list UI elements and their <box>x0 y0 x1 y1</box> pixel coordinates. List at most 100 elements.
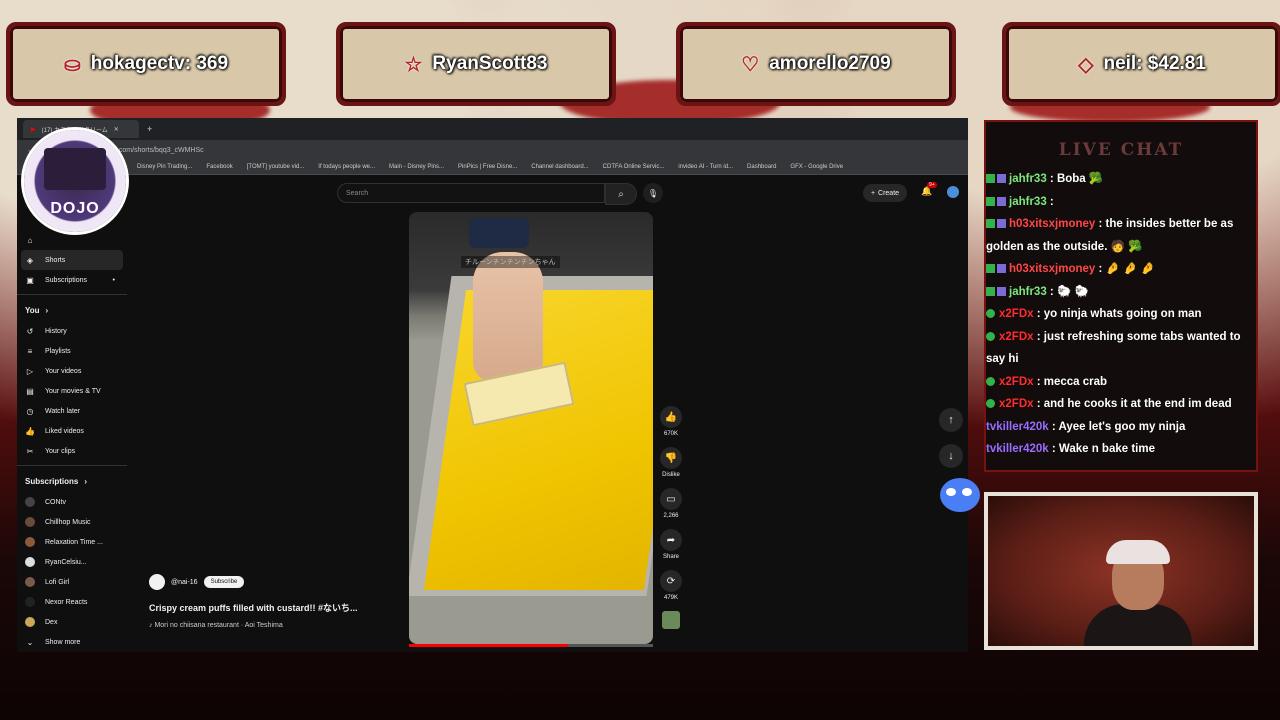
banner-latest-subscriber: ♡ amorello2709 <box>676 22 956 106</box>
logo-text: DOJO <box>50 200 100 217</box>
verified-badge-icon <box>986 376 995 386</box>
dislike-label: Dislike <box>662 472 680 478</box>
bookmark[interactable]: CDTFA Online Servic... <box>603 164 665 170</box>
progress-fill <box>409 644 568 647</box>
subscriber-badge-icon <box>986 219 995 229</box>
chat-username[interactable]: jahfr33 <box>1009 286 1047 298</box>
bookmark[interactable]: Channel dashboard... <box>531 164 588 170</box>
sidebar-item-home[interactable]: ⌂ <box>17 230 127 250</box>
subscribe-button[interactable]: Subscribe <box>203 576 245 588</box>
remix-button[interactable]: ⟳ 479K <box>657 570 685 601</box>
chat-username[interactable]: h03xitsxjmoney <box>1009 218 1095 230</box>
bookmark[interactable]: Facebook <box>206 164 232 170</box>
bookmark[interactable]: invideo AI - Turn id... <box>678 164 733 170</box>
sidebar-item-clips[interactable]: ✂ Your clips <box>17 441 127 461</box>
bookmark[interactable]: Disney Pin Trading... <box>137 164 192 170</box>
chat-username[interactable]: tvkiller420k <box>986 443 1049 455</box>
chat-title: LIVE CHAT <box>1058 140 1184 160</box>
sidebar: ⌂ ◈ Shorts ▣ Subscriptions • You › ↺ History … <box>17 230 127 652</box>
remix-icon: ⟳ <box>660 570 682 592</box>
chat-username[interactable]: x2FDx <box>999 331 1034 343</box>
bookmark[interactable]: [TOMT] youtube vid... <box>247 164 305 170</box>
history-icon: ↺ <box>26 326 34 336</box>
chevron-down-icon: ⌄ <box>26 637 34 647</box>
music-credit[interactable]: ♪ Mori no chiisana restaurant · Aoi Tesh… <box>149 622 283 629</box>
channel-avatar <box>25 537 35 547</box>
video-icon: ▷ <box>26 366 34 376</box>
bookmark[interactable]: Dashboard <box>747 164 776 170</box>
close-icon[interactable]: ✕ <box>114 126 119 133</box>
browser-window: ▶ (17) カスタードクリーム ✕ + ← youtube.com/short… <box>17 118 968 652</box>
sidebar-item-your-videos[interactable]: ▷ Your videos <box>17 361 127 381</box>
search-input[interactable]: Search <box>337 183 605 203</box>
sidebar-item-channel[interactable]: Relaxation Time ... <box>17 532 127 552</box>
shorts-icon: ◈ <box>26 255 34 265</box>
video-title[interactable]: Crispy cream puffs filled with custard!!… <box>149 601 358 614</box>
sidebar-item-channel[interactable]: CONtv <box>17 492 127 512</box>
sidebar-item-playlists[interactable]: ≡ Playlists <box>17 341 127 361</box>
sidebar-item-label: CONtv <box>45 498 66 506</box>
chat-username[interactable]: x2FDx <box>999 308 1034 320</box>
chat-username[interactable]: h03xitsxjmoney <box>1009 263 1095 275</box>
sidebar-item-channel[interactable]: Chillhop Music <box>17 512 127 532</box>
comments-button[interactable]: ▭ 2,266 <box>657 488 685 519</box>
bookmark[interactable]: Main - Disney Pins... <box>389 164 444 170</box>
sidebar-item-subscriptions[interactable]: ▣ Subscriptions • <box>17 270 127 290</box>
sidebar-item-channel[interactable]: Dex <box>17 612 127 632</box>
sidebar-item-history[interactable]: ↺ History <box>17 321 127 341</box>
address-bar[interactable]: ← youtube.com/shorts/bqq3_cWMHSc <box>17 140 968 160</box>
music-thumbnail[interactable] <box>662 611 680 629</box>
banner-latest-donation: ◇ neil: $42.81 <box>1002 22 1280 106</box>
bookmark[interactable]: PinPics | Free Disne... <box>458 164 517 170</box>
chat-username[interactable]: jahfr33 <box>1009 196 1047 208</box>
comment-count: 2,266 <box>663 513 679 519</box>
streamer-image <box>1084 524 1192 646</box>
bookmark[interactable]: If todays people we... <box>318 164 375 170</box>
sidebar-item-liked[interactable]: 👍 Liked videos <box>17 421 127 441</box>
like-button[interactable]: 👍 670K <box>657 406 685 437</box>
next-short-button[interactable]: ↓ <box>939 444 963 468</box>
chat-username[interactable]: tvkiller420k <box>986 421 1049 433</box>
sidebar-item-channel[interactable]: RyanCelsiu... <box>17 552 127 572</box>
thumbs-down-icon: 👎 <box>660 447 682 469</box>
sidebar-item-label: Shorts <box>45 256 66 264</box>
channel-name[interactable]: @nai-16 <box>171 579 198 586</box>
video-progress-bar[interactable] <box>409 644 653 647</box>
sidebar-item-watch-later[interactable]: ◷ Watch later <box>17 401 127 421</box>
shorts-video-player[interactable]: チルーンチンチンチンちゃん <box>409 212 653 644</box>
member-badge-icon <box>997 196 1006 206</box>
chat-username[interactable]: jahfr33 <box>1009 173 1047 185</box>
subscriptions-section-header[interactable]: Subscriptions › <box>17 470 127 492</box>
home-icon: ⌂ <box>27 235 33 245</box>
playlists-icon: ≡ <box>27 346 33 356</box>
webcam-feed <box>984 492 1258 650</box>
sidebar-item-shorts[interactable]: ◈ Shorts <box>21 250 123 270</box>
sidebar-item-channel[interactable]: Lofi Girl <box>17 572 127 592</box>
arrow-down-icon: ↓ <box>948 450 954 462</box>
new-tab-icon[interactable]: + <box>147 124 152 134</box>
chat-text: : yo ninja whats going on man <box>1033 308 1202 320</box>
section-title: Subscriptions <box>25 476 79 486</box>
previous-short-button[interactable]: ↑ <box>939 408 963 432</box>
chat-message: x2FDx : yo ninja whats going on man <box>986 303 1256 326</box>
member-badge-icon <box>997 174 1006 184</box>
new-dot: • <box>112 276 115 284</box>
tab-strip: ▶ (17) カスタードクリーム ✕ + <box>17 118 968 140</box>
arrow-up-icon: ↑ <box>948 414 954 426</box>
subscriber-badge-icon <box>986 174 995 184</box>
share-button[interactable]: ➦ Share <box>657 529 685 560</box>
you-section-header[interactable]: You › <box>17 299 127 321</box>
bookmark[interactable]: GFX - Google Drive <box>790 164 843 170</box>
microphone-icon[interactable]: 🎙 <box>643 183 663 203</box>
sidebar-item-movies[interactable]: ▤ Your movies & TV <box>17 381 127 401</box>
chat-username[interactable]: x2FDx <box>999 376 1034 388</box>
create-button[interactable]: + Create <box>863 184 907 202</box>
avatar[interactable] <box>947 186 959 198</box>
chat-username[interactable]: x2FDx <box>999 398 1034 410</box>
channel-avatar[interactable] <box>149 574 165 590</box>
dislike-button[interactable]: 👎 Dislike <box>657 447 685 478</box>
subscriber-badge-icon <box>986 286 995 296</box>
sidebar-item-channel[interactable]: Nexor Reacts <box>17 592 127 612</box>
show-more-button[interactable]: ⌄ Show more <box>17 632 127 652</box>
search-icon[interactable]: ⌕ <box>605 183 637 205</box>
